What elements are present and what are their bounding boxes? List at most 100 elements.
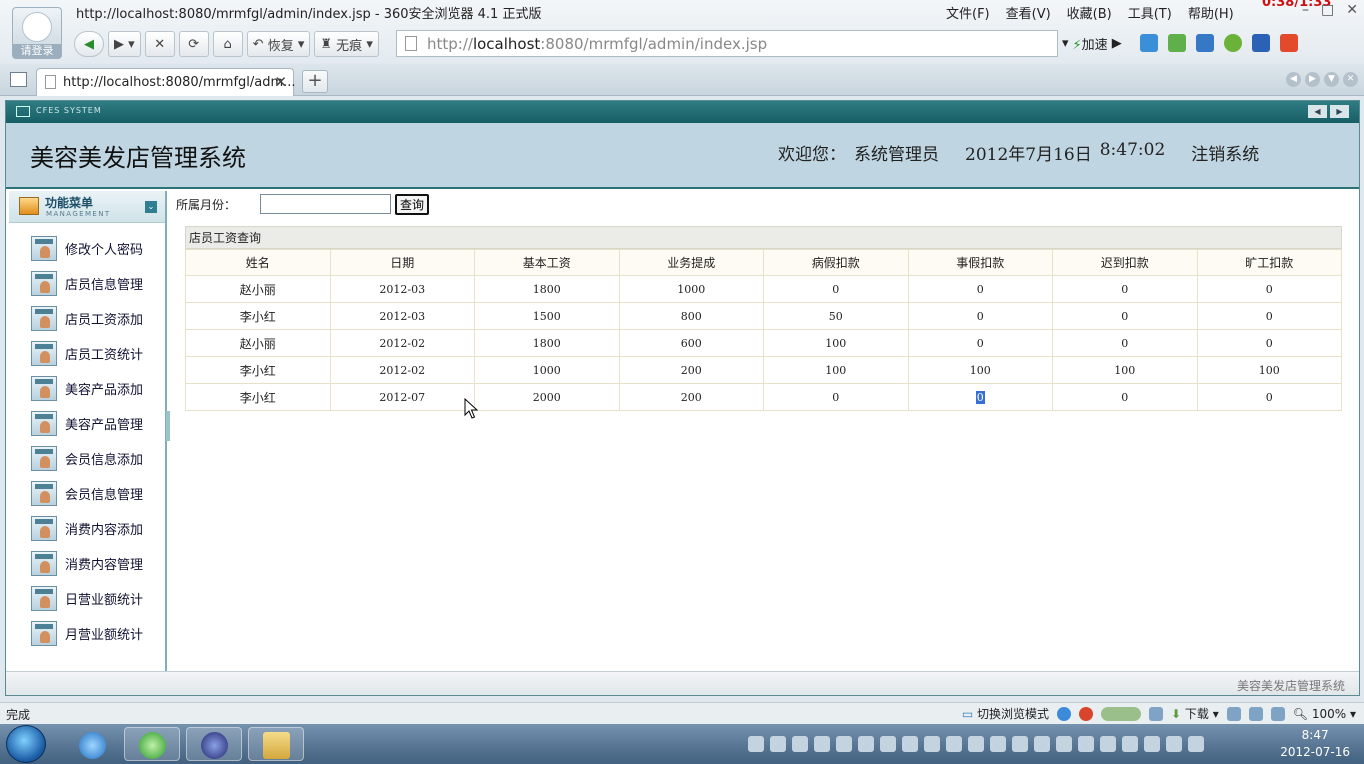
- menu-file[interactable]: 文件(F): [946, 3, 990, 22]
- speed-up-group: ▾ ⚡加速 ▶: [1062, 30, 1122, 57]
- tray-qq-icon[interactable]: [858, 736, 874, 752]
- tab-close-icon[interactable]: ✕: [274, 73, 287, 91]
- sidebar-item-monthly-revenue[interactable]: 月营业额统计: [9, 616, 165, 651]
- tray-qq-icon[interactable]: [902, 736, 918, 752]
- download-button[interactable]: ⬇ 下载 ▾: [1171, 705, 1219, 722]
- tray-app-icon[interactable]: [1056, 736, 1072, 752]
- tray-app-icon[interactable]: [968, 736, 984, 752]
- sidebar-item-consumption-add[interactable]: 消费内容添加: [9, 511, 165, 546]
- sidebar-item-salary-add[interactable]: 店员工资添加: [9, 301, 165, 336]
- start-button[interactable]: [6, 725, 46, 763]
- browser-360-icon: [139, 732, 166, 759]
- new-tab-button[interactable]: +: [302, 70, 328, 93]
- windows-icon[interactable]: [1280, 34, 1298, 52]
- tray-app-icon[interactable]: [1034, 736, 1050, 752]
- forward-button[interactable]: ▶ ▾: [108, 31, 141, 57]
- tray-keyboard-icon[interactable]: [748, 736, 764, 752]
- taskbar-eclipse[interactable]: [186, 727, 242, 761]
- translate-icon[interactable]: [1168, 34, 1186, 52]
- menu-favorites[interactable]: 收藏(B): [1067, 3, 1112, 22]
- home-button[interactable]: ⌂: [212, 31, 243, 57]
- tray-flag-icon[interactable]: [1122, 736, 1138, 752]
- app-cube-icon[interactable]: [1140, 34, 1158, 52]
- mouse-cursor-icon: [464, 398, 478, 419]
- tab-close-all-icon[interactable]: ✕: [1343, 72, 1358, 87]
- address-bar[interactable]: http://localhost:8080/mrmfgl/admin/index…: [396, 30, 1058, 57]
- sidebar-item-staff-info[interactable]: 店员信息管理: [9, 266, 165, 301]
- tray-app-icon[interactable]: [1078, 736, 1094, 752]
- window-controls: – □ ✕: [1302, 2, 1358, 18]
- sidebar-item-change-password[interactable]: 修改个人密码: [9, 231, 165, 266]
- restore-button[interactable]: ↶ 恢复 ▾: [246, 31, 311, 57]
- screenshot-icon[interactable]: [1196, 34, 1214, 52]
- sidebar-toggle-icon[interactable]: [10, 72, 27, 87]
- video-icon[interactable]: [1252, 34, 1270, 52]
- tab-active[interactable]: http://localhost:8080/mrmfgl/adm... ✕: [36, 68, 296, 96]
- user-card-icon: [31, 376, 57, 401]
- dropdown-icon[interactable]: ▾: [1062, 36, 1069, 51]
- login-avatar[interactable]: 请登录: [12, 7, 62, 59]
- taskbar-clock[interactable]: 8:47 2012-07-16: [1280, 727, 1350, 761]
- tray-app-icon[interactable]: [946, 736, 962, 752]
- tray-qq-icon[interactable]: [814, 736, 830, 752]
- go-icon[interactable]: ▶: [1112, 36, 1122, 51]
- keyboard-icon[interactable]: [1149, 706, 1164, 721]
- refresh-button[interactable]: ⟳: [178, 31, 209, 57]
- switch-mode-button[interactable]: ▭ 切换浏览模式: [962, 705, 1049, 722]
- tray-app-icon[interactable]: [990, 736, 1006, 752]
- tab-list-icon[interactable]: ▼: [1324, 72, 1339, 87]
- tray-app-icon[interactable]: [770, 736, 786, 752]
- back-button[interactable]: ◀: [74, 31, 104, 57]
- browser-menu-bar: 文件(F) 查看(V) 收藏(B) 工具(T) 帮助(H): [946, 3, 1234, 22]
- sidebar-item-consumption-manage[interactable]: 消费内容管理: [9, 546, 165, 581]
- taskbar-ie[interactable]: [64, 727, 120, 761]
- maximize-icon[interactable]: □: [1321, 2, 1334, 18]
- sidebar-item-product-add[interactable]: 美容产品添加: [9, 371, 165, 406]
- tab-scroll-left-icon[interactable]: ◀: [1286, 72, 1301, 87]
- query-button[interactable]: 查询: [395, 193, 430, 215]
- sidebar-item-member-add[interactable]: 会员信息添加: [9, 441, 165, 476]
- menu-tools[interactable]: 工具(T): [1128, 3, 1172, 22]
- sidebar-splitter[interactable]: [166, 411, 170, 441]
- zoom-control[interactable]: 🔍︎ 100% ▾: [1293, 707, 1356, 721]
- taskbar-explorer[interactable]: [248, 727, 304, 761]
- security-icon[interactable]: [1079, 706, 1094, 721]
- arrow-left-icon[interactable]: ◀: [1308, 105, 1327, 118]
- tray-shield-icon[interactable]: [1012, 736, 1028, 752]
- tray-app-icon[interactable]: [1100, 736, 1116, 752]
- logout-link[interactable]: 注销系统: [1191, 140, 1259, 165]
- stop-button[interactable]: ✕: [144, 31, 175, 57]
- toggle-icon[interactable]: [1101, 706, 1142, 721]
- minimize-icon[interactable]: –: [1302, 2, 1309, 18]
- tray-network-icon[interactable]: [1166, 736, 1182, 752]
- tab-scroll-right-icon[interactable]: ▶: [1305, 72, 1320, 87]
- collapse-icon[interactable]: ⌄: [145, 201, 157, 213]
- speaker-icon[interactable]: [1270, 706, 1285, 721]
- window-icon[interactable]: [1248, 706, 1263, 721]
- bookmark-icon[interactable]: [1226, 706, 1241, 721]
- tray-app-icon[interactable]: [792, 736, 808, 752]
- no-trace-label: 无痕: [336, 38, 363, 54]
- welcome-block: 欢迎您： 系统管理员: [778, 140, 939, 165]
- sidebar-item-member-manage[interactable]: 会员信息管理: [9, 476, 165, 511]
- tray-app-icon[interactable]: [924, 736, 940, 752]
- no-trace-button[interactable]: ♜ 无痕 ▾: [314, 31, 379, 57]
- month-input[interactable]: [260, 194, 391, 214]
- taskbar-360-browser[interactable]: [124, 727, 180, 761]
- smiley-icon[interactable]: [1224, 34, 1242, 52]
- sidebar-item-daily-revenue[interactable]: 日营业额统计: [9, 581, 165, 616]
- menu-help[interactable]: 帮助(H): [1188, 3, 1234, 22]
- tray-qq-icon[interactable]: [836, 736, 852, 752]
- tray-volume-icon[interactable]: [1188, 736, 1204, 752]
- arrow-right-icon[interactable]: ▶: [1330, 105, 1349, 118]
- menu-view[interactable]: 查看(V): [1006, 3, 1051, 22]
- speed-up-button[interactable]: ⚡加速: [1073, 34, 1108, 53]
- cell-leave-deduction: 0: [907, 383, 1053, 411]
- close-icon[interactable]: ✕: [1346, 2, 1358, 18]
- sidebar-item-product-manage[interactable]: 美容产品管理: [9, 406, 165, 441]
- tray-qq-icon[interactable]: [880, 736, 896, 752]
- cell-base-salary: 1800: [474, 329, 620, 357]
- sidebar-item-salary-stats[interactable]: 店员工资统计: [9, 336, 165, 371]
- tray-app-icon[interactable]: [1144, 736, 1160, 752]
- ie-mode-icon[interactable]: [1057, 706, 1072, 721]
